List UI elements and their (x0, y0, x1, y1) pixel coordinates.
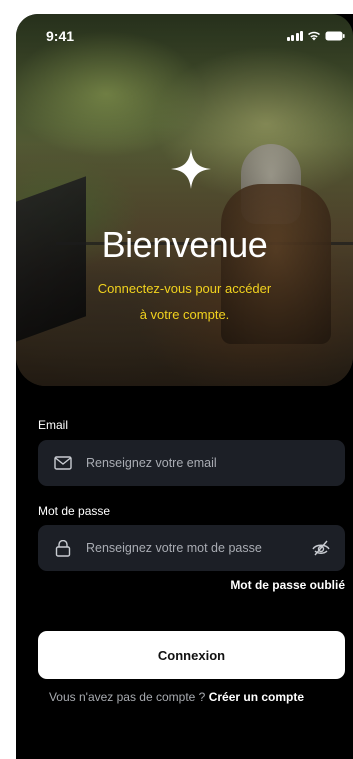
signup-prompt-text: Vous n'avez pas de compte ? (48, 690, 209, 704)
app-screen: 9:41 Bienvenue Connectez-vous pour accéd… (16, 14, 353, 759)
welcome-subtitle: Connectez-vous pour accéder à votre comp… (66, 276, 303, 328)
welcome-subtitle-line-2: à votre compte. (139, 307, 230, 322)
battery-icon (325, 31, 345, 41)
email-label: Email (38, 418, 69, 432)
sparkle-icon (171, 149, 211, 189)
status-time: 9:41 (46, 28, 75, 44)
create-account-link[interactable]: Créer un compte (209, 690, 304, 704)
forgot-password-link[interactable]: Mot de passe oublié (230, 578, 345, 592)
password-input[interactable] (86, 541, 309, 555)
lock-icon (52, 537, 74, 559)
welcome-title: Bienvenue (101, 224, 268, 265)
email-field[interactable] (38, 440, 345, 486)
login-button[interactable]: Connexion (38, 631, 345, 679)
password-field[interactable] (38, 525, 345, 571)
hero-overlay (16, 14, 353, 386)
hero-banner: 9:41 Bienvenue Connectez-vous pour accéd… (16, 14, 353, 386)
eye-off-icon[interactable] (309, 536, 333, 560)
email-input[interactable] (86, 456, 345, 470)
mail-icon (52, 452, 74, 474)
welcome-subtitle-line-1: Connectez-vous pour accéder (97, 281, 272, 296)
password-label: Mot de passe (38, 504, 111, 518)
signup-prompt: Vous n'avez pas de compte ? Créer un com… (0, 690, 353, 704)
signal-icon (286, 31, 303, 41)
wifi-icon (308, 31, 320, 41)
status-icons (286, 30, 346, 41)
